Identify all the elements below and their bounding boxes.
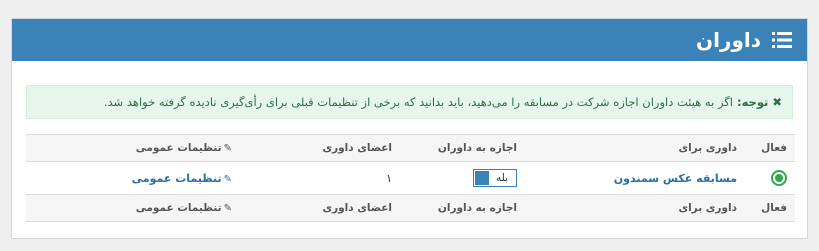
footer-header-settings: ✎تنظیمات عمومی bbox=[26, 194, 240, 222]
judges-panel: داوران ✖ توجه: اگر به هیئت داوران اجازه … bbox=[11, 18, 808, 239]
cell-permit: بله bbox=[400, 161, 525, 195]
permit-toggle[interactable]: بله bbox=[473, 168, 517, 187]
column-header-members: اعضای داوری bbox=[240, 134, 400, 162]
close-icon: ✖ bbox=[772, 95, 782, 109]
pencil-icon: ✎ bbox=[223, 203, 232, 214]
panel-header: داوران bbox=[12, 19, 807, 61]
toggle-label: بله bbox=[495, 171, 509, 184]
page-title: داوران bbox=[696, 28, 761, 52]
column-header-settings: ✎تنظیمات عمومی bbox=[26, 134, 240, 162]
cell-members: ۱ bbox=[240, 161, 400, 195]
column-header-judging-for: داوری برای bbox=[525, 134, 745, 162]
active-radio[interactable] bbox=[771, 170, 787, 186]
toggle-knob bbox=[475, 170, 489, 185]
cell-settings: ✎تنظیمات عمومی bbox=[26, 161, 240, 195]
column-header-settings-label: تنظیمات عمومی bbox=[135, 142, 222, 154]
table-row: مسابقه عکس سمندون بله ۱ ✎تنظیمات عمومی bbox=[26, 161, 795, 195]
footer-header-judging-for: داوری برای bbox=[525, 194, 745, 222]
pencil-icon: ✎ bbox=[223, 173, 232, 185]
footer-header-settings-label: تنظیمات عمومی bbox=[135, 202, 222, 214]
footer-header-permit: اجازه به داوران bbox=[400, 194, 525, 222]
footer-header-members: اعضای داوری bbox=[240, 194, 400, 222]
pencil-icon: ✎ bbox=[223, 143, 232, 154]
notice-alert: ✖ توجه: اگر به هیئت داوران اجازه شرکت در… bbox=[26, 85, 793, 119]
column-header-active: فعال bbox=[745, 134, 795, 162]
table-footer-row: فعال داوری برای اجازه به داوران اعضای دا… bbox=[26, 194, 795, 222]
judges-table: فعال داوری برای اجازه به داوران اعضای دا… bbox=[26, 134, 795, 222]
cell-active bbox=[745, 161, 795, 195]
column-header-permit: اجازه به داوران bbox=[400, 134, 525, 162]
footer-header-active: فعال bbox=[745, 194, 795, 222]
notice-prefix: توجه: bbox=[736, 95, 769, 109]
table-header-row: فعال داوری برای اجازه به داوران اعضای دا… bbox=[26, 134, 795, 162]
list-icon bbox=[771, 29, 793, 51]
settings-link[interactable]: ✎تنظیمات عمومی bbox=[132, 172, 232, 185]
cell-judging-for: مسابقه عکس سمندون bbox=[525, 161, 745, 195]
settings-link-label: تنظیمات عمومی bbox=[131, 171, 222, 185]
notice-text: اگر به هیئت داوران اجازه شرکت در مسابقه … bbox=[103, 95, 733, 109]
contest-link[interactable]: مسابقه عکس سمندون bbox=[614, 172, 737, 185]
